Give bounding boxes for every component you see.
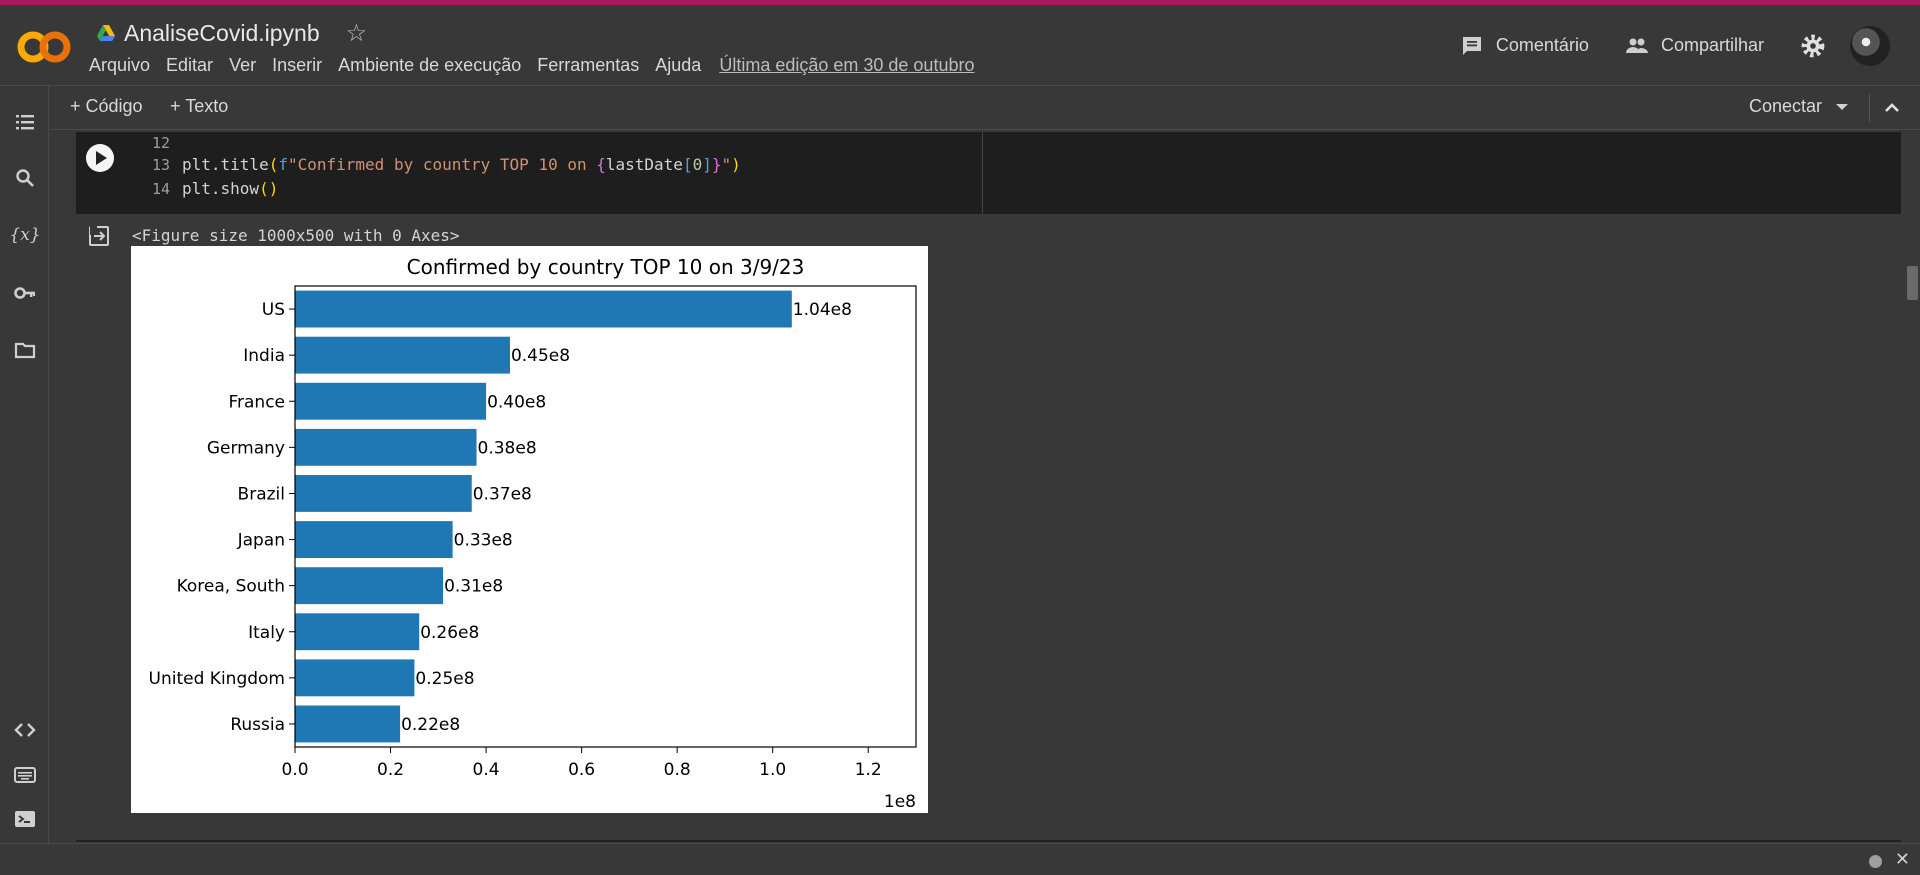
colab-logo[interactable] <box>16 27 72 67</box>
chart-xtick-label: 1.0 <box>759 760 786 780</box>
add-code-button[interactable]: + Código <box>70 96 143 117</box>
figure-size-output: <Figure size 1000x500 with 0 Axes> <box>132 226 460 245</box>
gear-icon[interactable] <box>1800 33 1826 59</box>
chart-ytick-label: Brazil <box>238 484 285 504</box>
notebook-toolbar: + Código + Texto Conectar <box>50 86 1920 130</box>
close-icon[interactable]: ✕ <box>1895 849 1910 870</box>
table-of-contents-icon[interactable] <box>13 110 37 134</box>
chart-ytick-label: France <box>228 392 285 412</box>
share-button[interactable]: Compartilhar <box>1625 34 1764 58</box>
connect-label: Conectar <box>1748 96 1822 116</box>
menu-editar[interactable]: Editar <box>166 55 213 76</box>
code-cell[interactable]: 12 13 14 plt.title(f"Confirmed by countr… <box>76 132 1901 214</box>
chart-ytick-label: United Kingdom <box>149 669 285 689</box>
last-edit-link[interactable]: Última edição em 30 de outubro <box>719 55 974 76</box>
bar-chart: Confirmed by country TOP 10 on 3/9/23 1.0… <box>149 255 917 812</box>
menu-ambiente[interactable]: Ambiente de execução <box>338 55 521 76</box>
play-icon <box>96 151 107 165</box>
chart-ytick-label: Germany <box>207 438 285 458</box>
chart-ytick-label: Korea, South <box>177 577 285 597</box>
chart-data-label: 0.31e8 <box>444 577 503 597</box>
command-palette-icon[interactable] <box>13 763 37 787</box>
chart-data-label: 1.04e8 <box>793 300 852 320</box>
add-text-button[interactable]: + Texto <box>170 96 228 117</box>
comment-icon <box>1462 36 1481 55</box>
key-icon[interactable] <box>13 281 37 305</box>
chart-ytick-label: India <box>243 346 285 366</box>
chevron-up-icon[interactable] <box>1880 96 1904 120</box>
chart-bar <box>295 705 401 743</box>
header: AnaliseCovid.ipynb ☆ Arquivo Editar Ver … <box>0 5 1920 86</box>
chart-xtick-label: 0.4 <box>473 760 500 780</box>
menu-bar: Arquivo Editar Ver Inserir Ambiente de e… <box>89 55 990 76</box>
code-line-13[interactable]: plt.title(f"Confirmed by country TOP 10 … <box>182 155 741 174</box>
chart-output: Confirmed by country TOP 10 on 3/9/23 1.0… <box>131 246 928 813</box>
comment-button[interactable]: Comentário <box>1460 34 1589 58</box>
comment-label: Comentário <box>1495 35 1589 55</box>
chart-ytick-label: Russia <box>230 715 285 735</box>
chart-bar <box>295 382 487 420</box>
chart-ytick-label: Japan <box>237 531 285 551</box>
chart-ytick-label: Italy <box>248 623 285 643</box>
menu-inserir[interactable]: Inserir <box>272 55 322 76</box>
next-cell-edge <box>76 840 1901 842</box>
terminal-icon[interactable] <box>13 807 37 831</box>
star-icon[interactable]: ☆ <box>346 19 368 48</box>
run-cell-button[interactable] <box>86 144 114 172</box>
notebook-title[interactable]: AnaliseCovid.ipynb <box>124 20 320 47</box>
chart-data-label: 0.26e8 <box>420 623 479 643</box>
notebook-name: AnaliseCovid.ipynb ☆ <box>96 19 367 48</box>
chart-bar <box>295 475 472 512</box>
chart-bar <box>295 567 444 605</box>
toolbar-divider <box>1869 94 1870 122</box>
chart-data-label: 0.40e8 <box>487 392 546 412</box>
chevron-down-icon[interactable] <box>1836 103 1848 110</box>
left-sidebar: {x} <box>0 86 49 843</box>
chart-bar <box>295 336 510 374</box>
chart-xtick-label: 1.2 <box>855 760 882 780</box>
line-number: 13 <box>151 156 170 174</box>
chart-bar <box>295 613 420 651</box>
connect-button[interactable]: Conectar <box>1749 96 1848 117</box>
chart-xtick-label: 0.2 <box>377 760 404 780</box>
scrollbar-thumb[interactable] <box>1907 266 1918 300</box>
chart-bar <box>295 290 792 328</box>
code-snippets-icon[interactable] <box>13 718 37 742</box>
menu-arquivo[interactable]: Arquivo <box>89 55 150 76</box>
line-number: 12 <box>151 134 170 152</box>
folder-icon[interactable] <box>13 338 37 362</box>
status-dot-icon <box>1869 855 1882 868</box>
code-cell-divider <box>982 132 983 214</box>
chart-title: Confirmed by country TOP 10 on 3/9/23 <box>407 255 805 279</box>
menu-ver[interactable]: Ver <box>229 55 256 76</box>
chart-xtick-label: 0.0 <box>281 760 308 780</box>
code-line-14[interactable]: plt.show() <box>182 179 278 198</box>
chart-data-label: 0.45e8 <box>511 346 570 366</box>
chart-data-label: 0.33e8 <box>454 531 513 551</box>
drive-icon <box>97 24 115 41</box>
chart-xtick-label: 0.6 <box>568 760 595 780</box>
people-icon <box>1625 38 1648 53</box>
chart-xtick-label: 0.8 <box>664 760 691 780</box>
line-number: 14 <box>151 180 170 198</box>
chart-bar <box>295 659 415 697</box>
chart-ytick-label: US <box>262 300 285 320</box>
status-bar: ✕ <box>0 843 1920 875</box>
avatar[interactable] <box>1850 25 1890 66</box>
menu-ferramentas[interactable]: Ferramentas <box>537 55 639 76</box>
search-icon[interactable] <box>13 166 37 190</box>
chart-data-label: 0.22e8 <box>401 715 460 735</box>
chart-bar <box>295 428 477 466</box>
chart-bar <box>295 521 453 558</box>
share-label: Compartilhar <box>1660 35 1764 55</box>
chart-data-label: 0.38e8 <box>478 438 537 458</box>
variables-icon[interactable]: {x} <box>9 223 40 247</box>
menu-ajuda[interactable]: Ajuda <box>655 55 701 76</box>
chart-data-label: 0.25e8 <box>415 669 474 689</box>
output-actions-icon[interactable] <box>88 224 112 248</box>
header-actions: Comentário Compartilhar <box>1460 5 1920 86</box>
chart-data-label: 0.37e8 <box>473 484 532 504</box>
chart-x-scale-label: 1e8 <box>884 792 916 812</box>
